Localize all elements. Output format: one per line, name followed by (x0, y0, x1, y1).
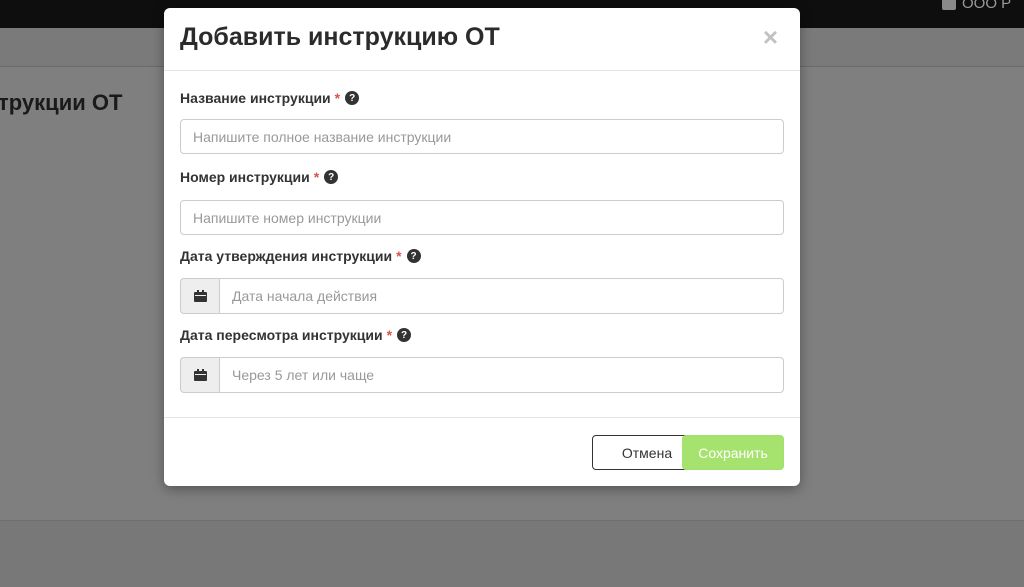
revision-date-input-group (180, 357, 784, 393)
approval-date-input-group (180, 278, 784, 314)
user-label: ООО Р (962, 0, 1012, 12)
instruction-number-group: Номер инструкции * ? (180, 168, 784, 235)
revision-date-label-row: Дата пересмотра инструкции * ? (180, 326, 784, 344)
company-icon (942, 0, 956, 10)
add-instruction-modal: Добавить инструкцию ОТ × Название инстру… (164, 8, 800, 486)
modal-title: Добавить инструкцию ОТ (180, 23, 500, 51)
approval-date-input[interactable] (219, 278, 784, 314)
calendar-icon (193, 290, 207, 302)
revision-date-label: Дата пересмотра инструкции (180, 327, 383, 343)
close-button[interactable]: × (763, 24, 778, 50)
instruction-name-group: Название инструкции * ? (180, 89, 784, 154)
calendar-icon (193, 369, 207, 381)
page-title: трукции ОТ (0, 90, 123, 115)
help-icon[interactable]: ? (406, 249, 421, 263)
user-menu[interactable]: ООО Р (942, 0, 1011, 12)
instruction-number-input[interactable] (180, 200, 784, 235)
instruction-number-label-row: Номер инструкции * ? (180, 168, 784, 186)
instruction-number-label: Номер инструкции (180, 169, 310, 185)
required-mark: * (334, 90, 341, 106)
page-footer (0, 520, 1024, 587)
calendar-addon[interactable] (180, 357, 219, 393)
approval-date-label: Дата утверждения инструкции (180, 248, 393, 264)
required-mark: * (386, 327, 393, 343)
instruction-name-label-row: Название инструкции * ? (180, 89, 784, 107)
calendar-addon[interactable] (180, 278, 219, 314)
instruction-name-input[interactable] (180, 119, 784, 154)
approval-date-label-row: Дата утверждения инструкции * ? (180, 247, 784, 265)
help-icon[interactable]: ? (345, 91, 360, 105)
required-mark: * (396, 248, 402, 264)
revision-date-group: Дата пересмотра инструкции * ? (180, 326, 784, 393)
modal-header: Добавить инструкцию ОТ × (164, 8, 800, 71)
modal-footer: Отмена Сохранить (164, 417, 800, 487)
help-icon[interactable]: ? (324, 170, 339, 184)
help-icon[interactable]: ? (397, 328, 412, 342)
approval-date-group: Дата утверждения инструкции * ? (180, 247, 784, 314)
instruction-name-label: Название инструкции (180, 90, 331, 106)
save-button[interactable]: Сохранить (682, 435, 784, 470)
revision-date-input[interactable] (219, 357, 784, 393)
required-mark: * (313, 169, 320, 185)
